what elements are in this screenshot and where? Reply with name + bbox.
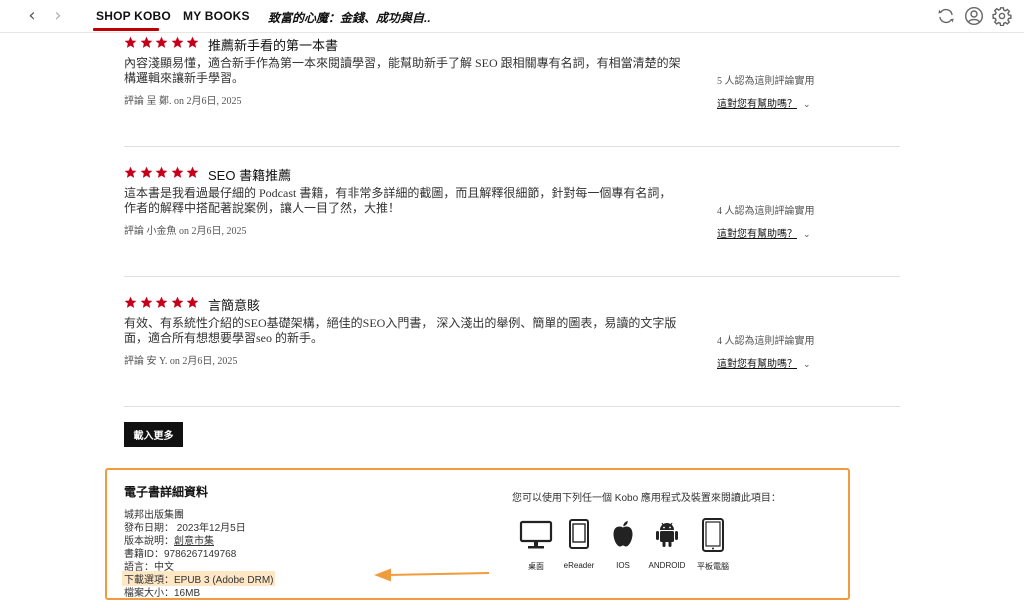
device-ios[interactable]: IOS bbox=[600, 518, 646, 570]
star-icon bbox=[124, 166, 137, 179]
star-icon bbox=[140, 296, 153, 309]
chevron-down-icon: ⌄ bbox=[803, 100, 811, 110]
top-bar: ‹ › SHOP KOBO MY BOOKS 致富的心魔：金錢、成功與自.. bbox=[0, 0, 1024, 33]
star-rating bbox=[124, 296, 202, 312]
helpful-count: 4 人認為這則評論實用 bbox=[717, 336, 815, 347]
review-divider bbox=[124, 146, 900, 147]
review-body-line: 面，適合所有想想要學習seo 的新手。 bbox=[124, 331, 323, 345]
helpful-question-label: 這對您有幫助嗎？ bbox=[717, 229, 797, 240]
review-title: 言簡意賅 bbox=[208, 298, 261, 313]
tab-my-books[interactable]: MY BOOKS bbox=[183, 9, 250, 23]
device-android[interactable]: ANDROID bbox=[644, 518, 690, 570]
helpful-count: 5 人認為這則評論實用 bbox=[717, 76, 815, 87]
android-icon bbox=[644, 518, 690, 550]
helpful-question-label: 這對您有幫助嗎？ bbox=[717, 359, 797, 370]
device-label: IOS bbox=[616, 561, 630, 570]
star-icon bbox=[186, 36, 199, 49]
star-icon bbox=[140, 166, 153, 179]
helpful-question-button[interactable]: 這對您有幫助嗎？ ⌄ bbox=[717, 355, 811, 370]
device-label: 平板電腦 bbox=[697, 562, 729, 571]
review-meta: 評論 安 Y. on 2月6日, 2025 bbox=[124, 356, 238, 367]
gear-icon[interactable] bbox=[992, 6, 1012, 27]
star-icon bbox=[140, 36, 153, 49]
helpful-question-button[interactable]: 這對您有幫助嗎？ ⌄ bbox=[717, 95, 811, 110]
device-tablet[interactable]: 平板電腦 bbox=[690, 518, 736, 572]
star-icon bbox=[155, 296, 168, 309]
star-icon bbox=[171, 296, 184, 309]
review-body: 這本書是我看過最仔細的 Podcast 書籍，有非常多詳細的截圖，而且解釋很細節… bbox=[124, 186, 672, 216]
review-meta: 評論 呈 鄭. on 2月6日, 2025 bbox=[124, 96, 242, 107]
review-body-line: 這本書是我看過最仔細的 Podcast 書籍，有非常多詳細的截圖，而且解釋很細節… bbox=[124, 186, 672, 200]
ebook-details-panel: 電子書詳細資料 城邦出版集團 發布日期： 2023年12月5日 版本說明：創意市… bbox=[105, 468, 850, 600]
device-label: 桌面 bbox=[528, 562, 544, 571]
sync-icon[interactable] bbox=[936, 6, 956, 26]
star-icon bbox=[124, 296, 137, 309]
back-arrow-icon[interactable]: ‹ bbox=[24, 7, 40, 25]
review-body: 有效、有系統性介紹的SEO基礎架構，絕佳的SEO入門書， 深入淺出的舉例、簡單的… bbox=[124, 316, 677, 346]
chevron-down-icon: ⌄ bbox=[803, 360, 811, 370]
review-body-line: 內容淺顯易懂，適合新手作為第一本來閱讀學習，能幫助新手了解 SEO 跟相關專有名… bbox=[124, 56, 681, 70]
star-icon bbox=[171, 36, 184, 49]
book-title: 致富的心魔：金錢、成功與自.. bbox=[268, 11, 431, 25]
ereader-icon bbox=[556, 518, 602, 550]
star-icon bbox=[186, 166, 199, 179]
review-body-line: 作者的解釋中搭配著說案例，讓人一目了然，大推！ bbox=[124, 201, 401, 215]
review-title: 推薦新手看的第一本書 bbox=[208, 38, 339, 53]
device-desktop[interactable]: 桌面 bbox=[513, 518, 559, 572]
user-icon[interactable] bbox=[964, 6, 984, 26]
device-label: eReader bbox=[563, 561, 595, 570]
review-divider bbox=[124, 276, 900, 277]
device-ereader[interactable]: eReader bbox=[556, 518, 602, 570]
star-icon bbox=[155, 166, 168, 179]
device-label: ANDROID bbox=[648, 561, 686, 570]
star-icon bbox=[155, 36, 168, 49]
chevron-down-icon: ⌄ bbox=[803, 230, 811, 240]
helpful-count: 4 人認為這則評論實用 bbox=[717, 206, 815, 217]
star-icon bbox=[186, 296, 199, 309]
active-tab-indicator bbox=[93, 28, 159, 31]
file-size: 檔案大小：16MB bbox=[124, 588, 201, 599]
apps-title: 您可以使用下列任一個 Kobo 應用程式及裝置來閱讀此項目： bbox=[512, 493, 781, 504]
star-icon bbox=[171, 166, 184, 179]
star-rating bbox=[124, 166, 202, 182]
details-heading: 電子書詳細資料 bbox=[124, 485, 209, 499]
tablet-icon bbox=[690, 518, 736, 552]
review-body: 內容淺顯易懂，適合新手作為第一本來閱讀學習，能幫助新手了解 SEO 跟相關專有名… bbox=[124, 56, 681, 86]
review-divider bbox=[124, 406, 900, 407]
review-body-line: 有效、有系統性介紹的SEO基礎架構，絕佳的SEO入門書， 深入淺出的舉例、簡單的… bbox=[124, 316, 677, 330]
tab-shop-kobo[interactable]: SHOP KOBO bbox=[96, 9, 171, 23]
highlight-arrow-icon bbox=[374, 568, 490, 582]
helpful-question-label: 這對您有幫助嗎？ bbox=[717, 99, 797, 110]
star-rating bbox=[124, 36, 202, 52]
review-title: SEO 書籍推薦 bbox=[208, 168, 292, 183]
review-body-line: 構邏輯來讓新手學習。 bbox=[124, 71, 245, 85]
star-icon bbox=[124, 36, 137, 49]
desktop-icon bbox=[513, 518, 559, 550]
forward-arrow-icon[interactable]: › bbox=[50, 7, 66, 25]
helpful-question-button[interactable]: 這對您有幫助嗎？ ⌄ bbox=[717, 225, 811, 240]
review-meta: 評論 小金魚 on 2月6日, 2025 bbox=[124, 226, 247, 237]
apple-icon bbox=[600, 518, 646, 550]
load-more-button[interactable]: 載入更多 bbox=[124, 422, 183, 447]
